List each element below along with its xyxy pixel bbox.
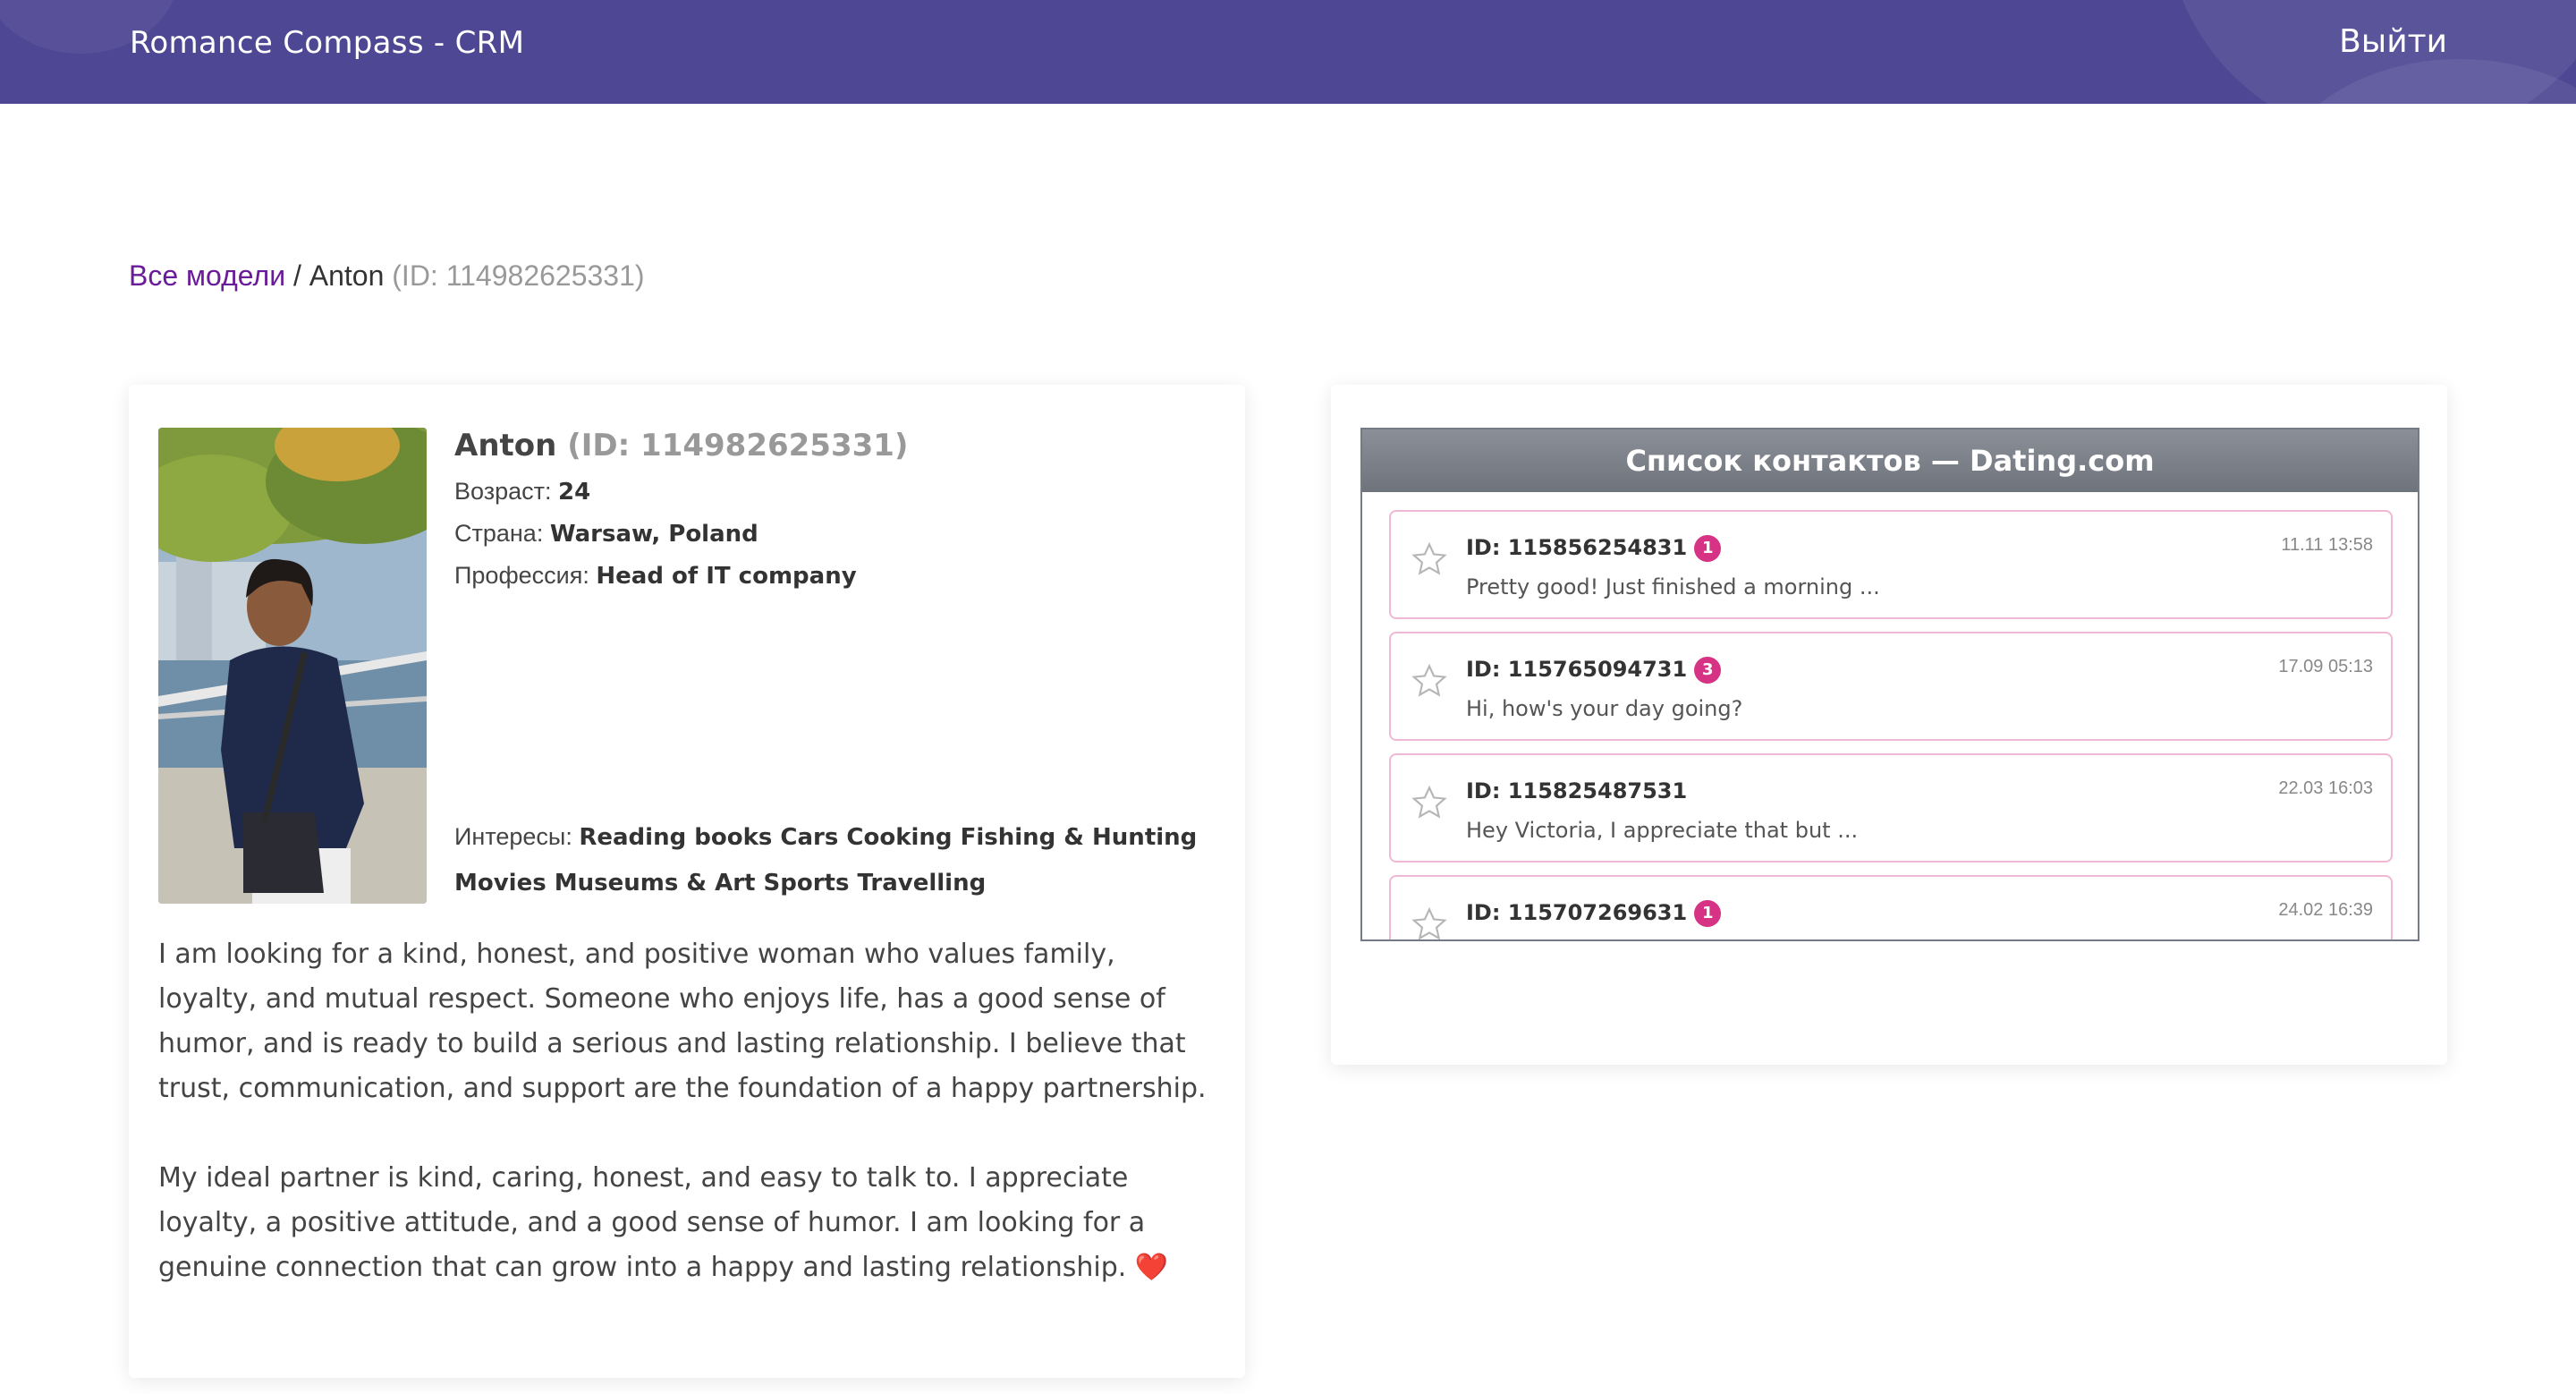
app-title[interactable]: Romance Compass - CRM bbox=[130, 25, 524, 61]
profile-profession-row: Профессия: Head of IT company bbox=[454, 562, 1215, 590]
country-label: Страна: bbox=[454, 520, 544, 547]
bio-paragraph-2: My ideal partner is kind, caring, honest… bbox=[158, 1156, 1214, 1290]
age-value: 24 bbox=[558, 479, 591, 506]
profile-card: Anton (ID: 114982625331) Возраст: 24 Стр… bbox=[129, 385, 1245, 1378]
interests-label: Интересы: bbox=[454, 823, 572, 850]
heart-icon: ❤️ bbox=[1134, 1252, 1169, 1283]
contact-item[interactable]: ID: 115707269631 1 24.02 16:39 bbox=[1389, 875, 2393, 941]
contact-last-message: Pretty good! Just finished a morning ... bbox=[1466, 574, 1880, 599]
contact-id: ID: 115825487531 bbox=[1466, 778, 1687, 803]
contact-item[interactable]: ID: 115765094731 3 Hi, how's your day goi… bbox=[1389, 632, 2393, 741]
unread-badge: 1 bbox=[1694, 900, 1722, 927]
profile-photo bbox=[158, 428, 427, 904]
logout-button[interactable]: Выйти bbox=[2339, 23, 2447, 60]
unread-badge: 3 bbox=[1694, 657, 1722, 684]
breadcrumb: Все модели / Anton (ID: 114982625331) bbox=[129, 259, 645, 293]
contact-id-text: ID: 115856254831 bbox=[1466, 535, 1688, 560]
age-label: Возраст: bbox=[454, 478, 552, 505]
star-icon[interactable] bbox=[1411, 905, 1448, 941]
breadcrumb-all-models-link[interactable]: Все модели bbox=[129, 259, 285, 292]
profile-bio: I am looking for a kind, honest, and pos… bbox=[158, 932, 1214, 1290]
profile-name: Anton bbox=[454, 428, 557, 463]
contacts-list[interactable]: ID: 115856254831 1 Pretty good! Just fini… bbox=[1389, 510, 2393, 941]
contact-last-message: Hi, how's your day going? bbox=[1466, 696, 1743, 721]
bio-paragraph-2-text: My ideal partner is kind, caring, honest… bbox=[158, 1162, 1146, 1283]
contact-id: ID: 115856254831 1 bbox=[1466, 535, 1722, 562]
star-icon[interactable] bbox=[1411, 662, 1448, 700]
contact-item[interactable]: ID: 115825487531 Hey Victoria, I appreci… bbox=[1389, 753, 2393, 863]
contact-last-message: Hey Victoria, I appreciate that but ... bbox=[1466, 818, 1859, 843]
profile-interests: Интересы: Reading books Cars Cooking Fis… bbox=[454, 814, 1215, 905]
contact-id-text: ID: 115765094731 bbox=[1466, 657, 1688, 682]
breadcrumb-current-id: (ID: 114982625331) bbox=[392, 259, 645, 292]
contact-timestamp: 11.11 13:58 bbox=[2281, 535, 2373, 555]
profession-label: Профессия: bbox=[454, 562, 589, 589]
breadcrumb-current-name: Anton bbox=[309, 259, 385, 292]
profile-country-row: Страна: Warsaw, Poland bbox=[454, 520, 1215, 548]
contact-timestamp: 22.03 16:03 bbox=[2278, 778, 2373, 798]
star-icon[interactable] bbox=[1411, 540, 1448, 578]
profile-info: Anton (ID: 114982625331) Возраст: 24 Стр… bbox=[454, 428, 1215, 590]
contact-id: ID: 115765094731 3 bbox=[1466, 657, 1722, 684]
star-icon[interactable] bbox=[1411, 784, 1448, 821]
contact-timestamp: 24.02 16:39 bbox=[2278, 900, 2373, 920]
profile-name-heading: Anton (ID: 114982625331) bbox=[454, 428, 1215, 463]
contact-id-text: ID: 115825487531 bbox=[1466, 778, 1688, 803]
contacts-panel-title: Список контактов — Dating.com bbox=[1362, 429, 2418, 492]
contacts-panel: Список контактов — Dating.com ID: 115856… bbox=[1360, 428, 2419, 941]
profile-age-row: Возраст: 24 bbox=[454, 478, 1215, 506]
unread-badge: 1 bbox=[1694, 535, 1722, 562]
profession-value: Head of IT company bbox=[596, 563, 857, 590]
breadcrumb-separator: / bbox=[292, 259, 301, 292]
contacts-card: Список контактов — Dating.com ID: 115856… bbox=[1331, 385, 2447, 1065]
contact-id: ID: 115707269631 1 bbox=[1466, 900, 1722, 927]
top-navbar: Romance Compass - CRM Выйти bbox=[0, 0, 2576, 104]
contact-item[interactable]: ID: 115856254831 1 Pretty good! Just fini… bbox=[1389, 510, 2393, 619]
contact-timestamp: 17.09 05:13 bbox=[2278, 657, 2373, 676]
country-value: Warsaw, Poland bbox=[549, 521, 758, 548]
bio-paragraph-1: I am looking for a kind, honest, and pos… bbox=[158, 939, 1207, 1104]
contact-id-text: ID: 115707269631 bbox=[1466, 900, 1688, 925]
profile-id: (ID: 114982625331) bbox=[567, 428, 909, 463]
